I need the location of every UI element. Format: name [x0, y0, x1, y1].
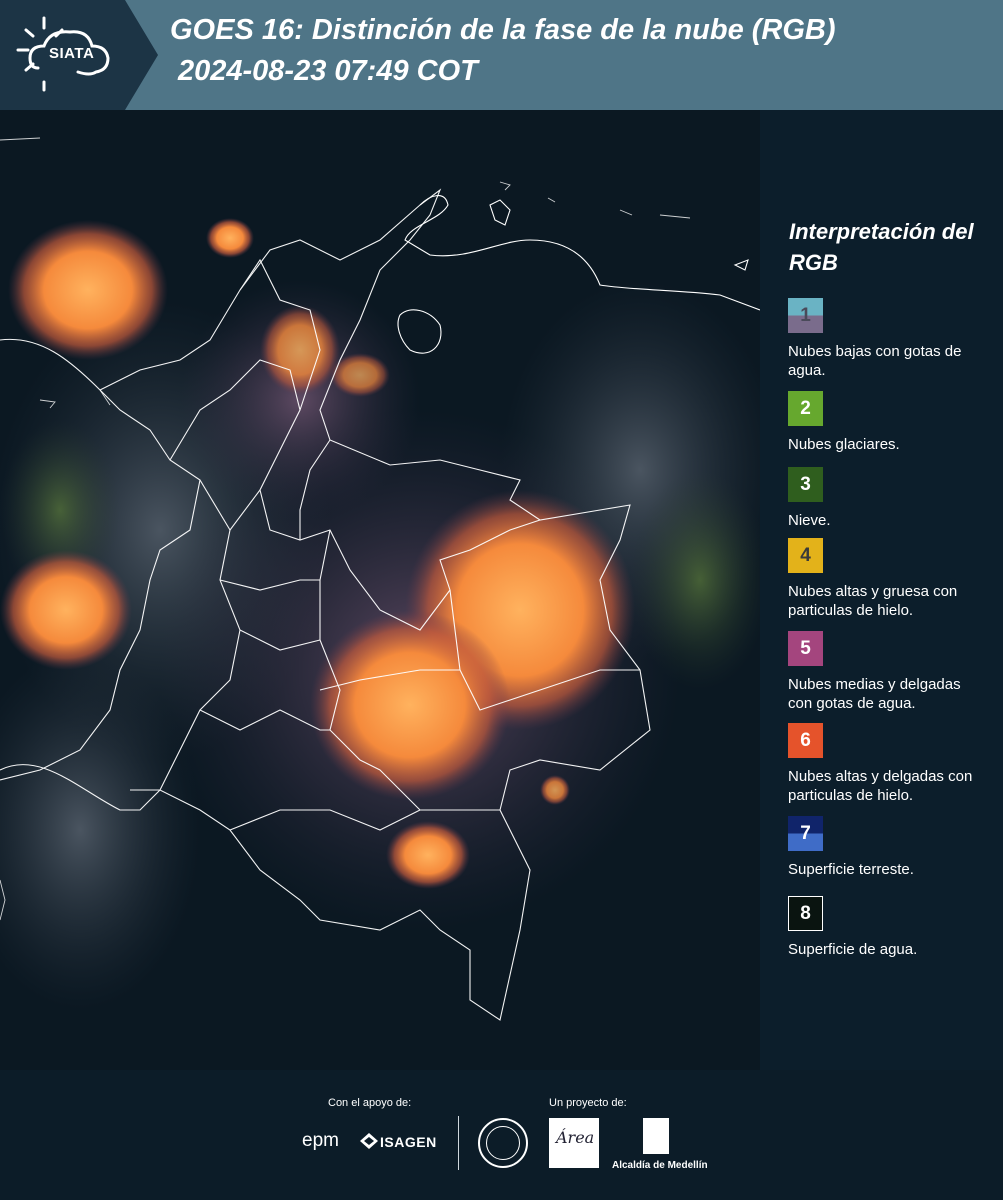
header: SIATA GOES 16: Distinción de la fase de … — [0, 0, 1003, 110]
footer: Con el apoyo de: Un proyecto de: epm ISA… — [0, 1070, 1003, 1200]
isagen-icon — [360, 1133, 378, 1149]
legend-label: Nubes bajas con gotas de agua. — [788, 343, 962, 379]
legend-swatch: 6 — [788, 723, 823, 758]
legend-title: Interpretación del RGB — [789, 219, 974, 275]
isagen-logo: ISAGEN — [380, 1134, 437, 1150]
legend-item: 5 Nubes medias y delgadas con gotas de ag… — [788, 631, 988, 713]
legend-swatch: 4 — [788, 538, 823, 573]
project-label: Un proyecto de: — [549, 1097, 627, 1109]
legend-label: Nubes altas y delgadas con particulas de… — [788, 768, 973, 804]
page-timestamp: 2024-08-23 07:49 COT — [178, 55, 478, 87]
legend-item: 2 Nubes glaciares. — [788, 391, 988, 454]
legend-label: Superficie de agua. — [788, 941, 918, 958]
legend-label: Superficie terreste. — [788, 861, 914, 878]
epm-logo: epm — [302, 1130, 339, 1151]
legend-swatch: 3 — [788, 467, 823, 502]
legend-swatch: 7 — [788, 816, 823, 851]
map-image — [0, 110, 760, 1070]
legend-item: 3 Nieve. — [788, 467, 988, 530]
page-title: GOES 16: Distinción de la fase de la nub… — [170, 14, 836, 46]
legend-item: 7 Superficie terreste. — [788, 816, 988, 879]
legend-swatch: 8 — [788, 896, 823, 931]
legend-label: Nubes glaciares. — [788, 436, 900, 453]
legend-swatch: 2 — [788, 391, 823, 426]
legend-panel: Interpretación del RGB 1 Nubes bajas con … — [760, 110, 1003, 1070]
antioquia-seal-icon — [478, 1118, 528, 1168]
legend-swatch: 5 — [788, 631, 823, 666]
siata-logo: SIATA — [0, 0, 160, 110]
area-metropolitana-text: Área — [556, 1128, 595, 1147]
legend-item: 4 Nubes altas y gruesa con particulas de … — [788, 538, 988, 620]
footer-divider — [458, 1116, 459, 1170]
satellite-map — [0, 110, 760, 1070]
legend-item: 6 Nubes altas y delgadas con particulas d… — [788, 723, 988, 805]
legend-item: 8 Superficie de agua. — [788, 896, 988, 959]
alcaldia-logo: Alcaldía de Medellín — [612, 1160, 708, 1171]
legend-item: 1 Nubes bajas con gotas de agua. — [788, 298, 988, 380]
legend-label: Nieve. — [788, 512, 831, 529]
legend-label: Nubes altas y gruesa con particulas de h… — [788, 583, 958, 619]
logo-text: SIATA — [49, 45, 95, 62]
alcaldia-shield-icon — [643, 1118, 669, 1154]
support-label: Con el apoyo de: — [328, 1097, 412, 1109]
legend-label: Nubes medias y delgadas con gotas de agu… — [788, 676, 961, 712]
legend-swatch: 1 — [788, 298, 823, 333]
